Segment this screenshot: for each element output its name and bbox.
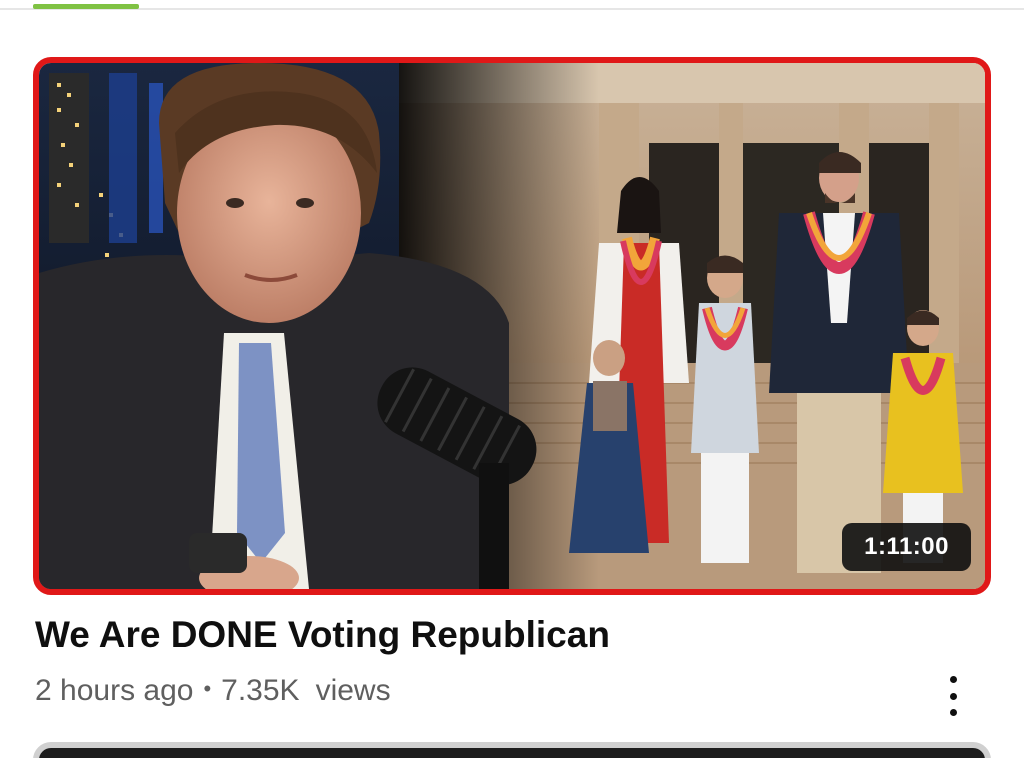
tab-bar — [0, 0, 1024, 10]
video-card[interactable]: 1:11:00 — [33, 57, 991, 595]
separator-dot: • — [203, 676, 212, 701]
views-label: views — [315, 674, 391, 707]
thumbnail-image — [39, 63, 985, 589]
active-tab-indicator — [33, 4, 139, 9]
video-thumbnail[interactable]: 1:11:00 — [33, 57, 991, 595]
feed-page: 1:11:00 We Are DONE Voting Republican 2 … — [0, 0, 1024, 758]
menu-dot — [949, 676, 957, 683]
video-metadata: 2 hours ago • 7.35K views — [35, 674, 391, 708]
menu-dot — [949, 692, 957, 700]
more-vert-icon[interactable] — [936, 676, 970, 716]
upload-age: 2 hours ago — [35, 674, 194, 707]
duration-badge: 1:11:00 — [842, 523, 971, 571]
video-title[interactable]: We Are DONE Voting Republican — [35, 614, 610, 656]
view-count: 7.35K — [221, 674, 300, 707]
menu-dot — [949, 709, 957, 716]
next-video-thumbnail[interactable] — [33, 742, 991, 758]
